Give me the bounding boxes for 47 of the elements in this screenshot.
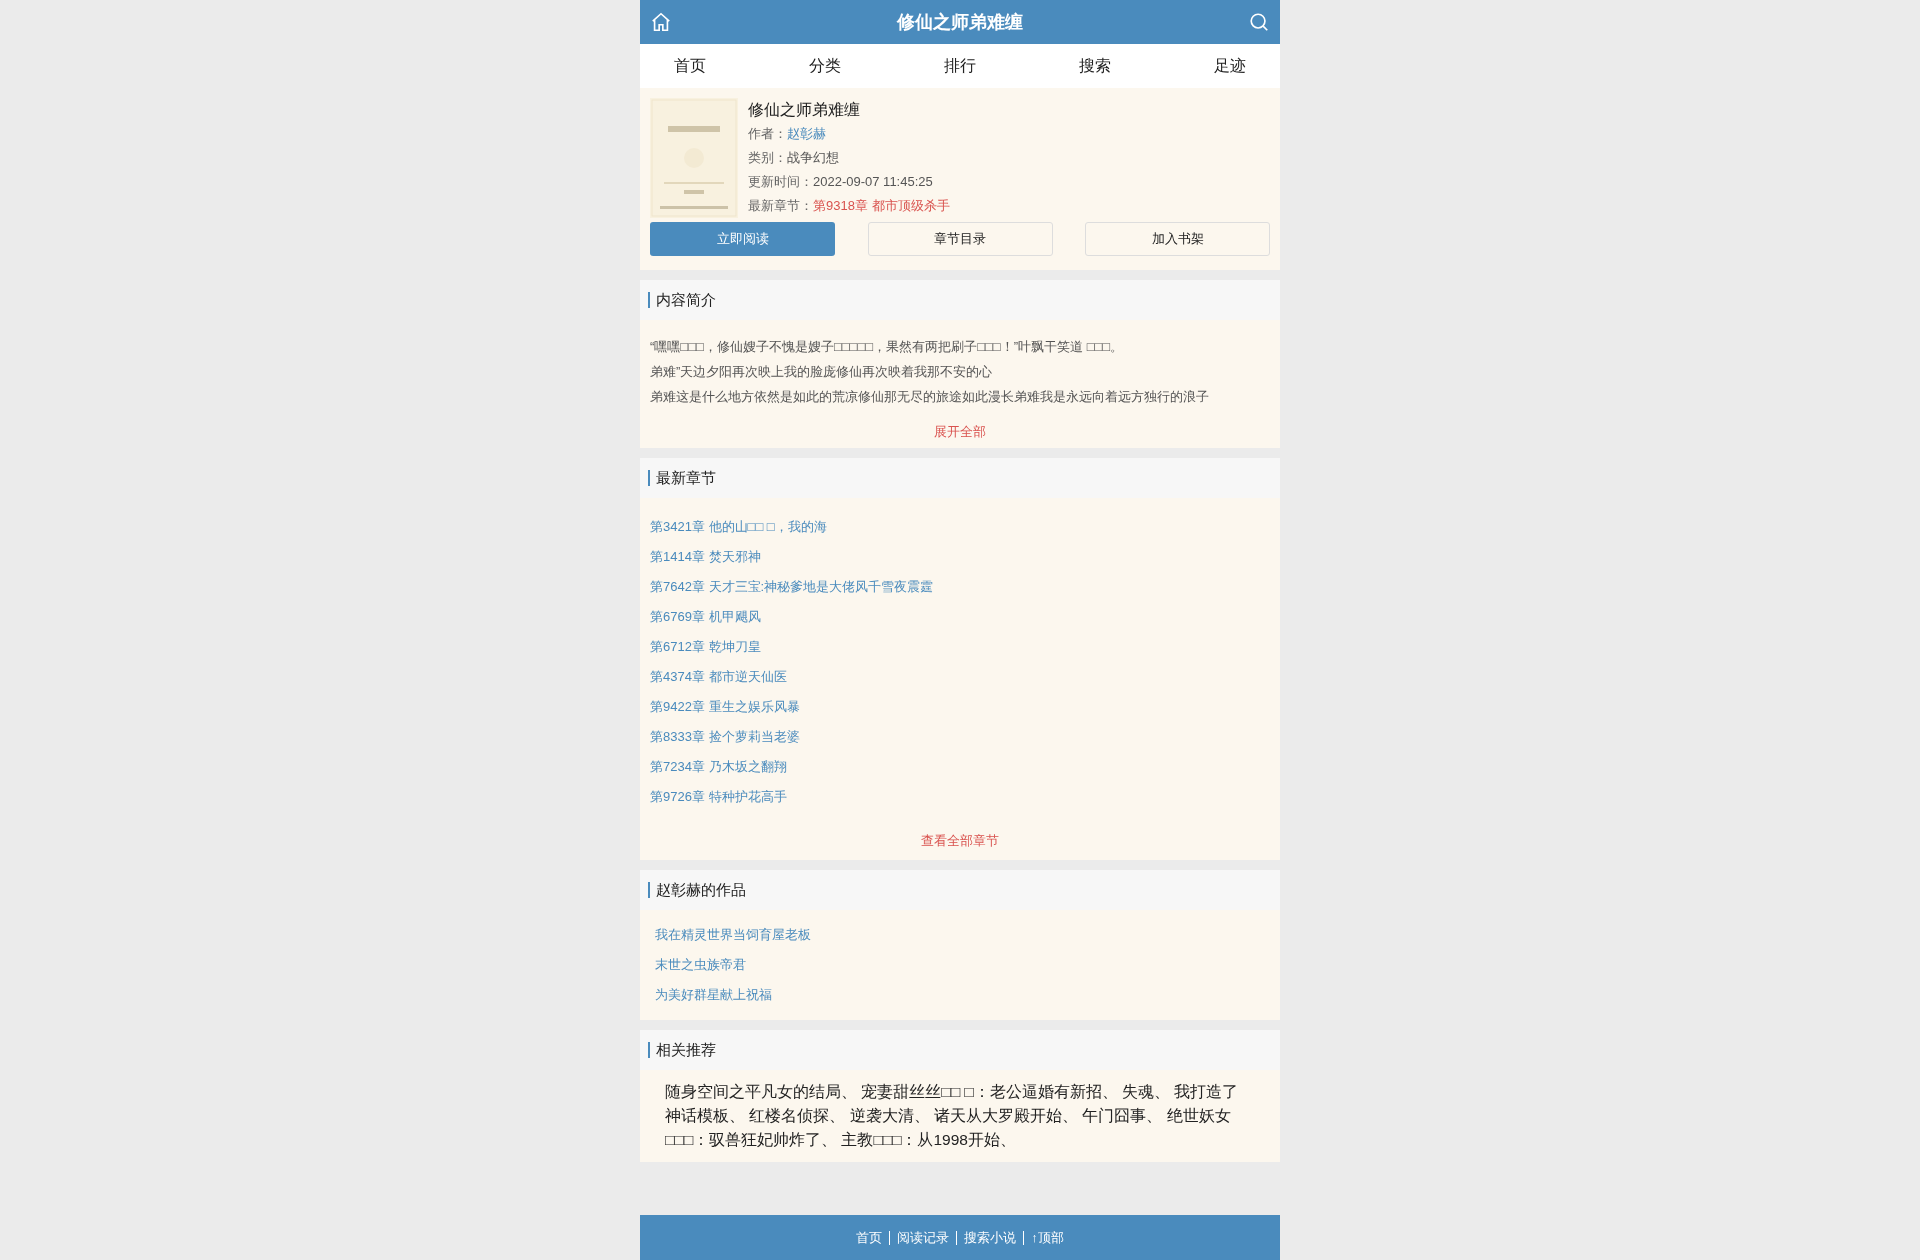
chapter-link[interactable]: 第3421章 他的山□□ □，我的海 xyxy=(650,512,827,542)
chapter-link[interactable]: 第6769章 机甲飓风 xyxy=(650,602,761,632)
meta-value: 战争幻想 xyxy=(787,149,839,167)
intro-text: 弟难这是什么地方依然是如此的荒凉修仙那无尽的旅途如此漫长弟难我是永远向着远方独行的浪子 xyxy=(650,388,1210,406)
nav-link[interactable]: 足迹 xyxy=(1214,54,1246,78)
expand-link[interactable]: 展开全部 xyxy=(934,422,986,442)
section-heading: 最新章节 xyxy=(648,470,716,486)
page-title: 修仙之师弟难缠 xyxy=(897,10,1023,34)
action-button[interactable]: 加入书架 xyxy=(1085,222,1270,256)
section-heading: 内容简介 xyxy=(648,292,716,308)
book-link[interactable]: 为美好群星献上祝福 xyxy=(655,980,772,1010)
meta-label: 最新章节： xyxy=(748,197,813,215)
related-books-text: 随身空间之平凡女的结局、 宠妻甜丝丝□□ □：老公逼婚有新招、 失魂、 我打造了神话模板、 红楼名侦探、 逆袭大清、 诸天从大罗殿开始、 午门囧事、 绝世妖女□□□：驭兽狂妃帅炸了、 主教□□□：从1998开始、 xyxy=(665,1082,1240,1150)
meta-value: 2022-09-07 11:45:25 xyxy=(813,173,933,191)
home-icon[interactable] xyxy=(650,11,672,33)
meta-link[interactable]: 第9318章 都市顶级杀手 xyxy=(813,194,950,218)
footer-link[interactable]: ↑顶部 xyxy=(1023,1230,1071,1245)
chapter-link[interactable]: 第8333章 捡个萝莉当老婆 xyxy=(650,722,800,752)
nav-link[interactable]: 分类 xyxy=(809,54,841,78)
section-heading: 相关推荐 xyxy=(648,1042,716,1058)
footer-link[interactable]: 搜索小说 xyxy=(956,1230,1024,1245)
chapter-link[interactable]: 第7642章 天才三宝:神秘爹地是大佬风千雪夜震霆 xyxy=(650,572,934,602)
intro-text: 弟难”天边夕阳再次映上我的脸庞修仙再次映着我那不安的心 xyxy=(650,363,994,381)
nav-link[interactable]: 搜索 xyxy=(1079,54,1111,78)
book-link[interactable]: 我在精灵世界当饲育屋老板 xyxy=(655,920,811,950)
meta-label: 更新时间： xyxy=(748,173,813,191)
search-icon[interactable] xyxy=(1248,11,1270,33)
chapter-link[interactable]: 第7234章 乃木坂之翻翔 xyxy=(650,752,787,782)
chapter-link[interactable]: 第6712章 乾坤刀皇 xyxy=(650,632,761,662)
action-button[interactable]: 立即阅读 xyxy=(650,222,835,256)
chapter-link[interactable]: 第9422章 重生之娱乐风暴 xyxy=(650,692,800,722)
chapter-link[interactable]: 第4374章 都市逆天仙医 xyxy=(650,662,787,692)
chapter-link[interactable]: 第1414章 焚天邪神 xyxy=(650,542,761,572)
all-chapters-link[interactable]: 查看全部章节 xyxy=(921,831,999,851)
book-link[interactable]: 末世之虫族帝君 xyxy=(655,950,746,980)
nav-link[interactable]: 排行 xyxy=(944,54,976,78)
footer-link[interactable]: 阅读记录 xyxy=(889,1230,957,1245)
meta-label: 类别： xyxy=(748,149,787,167)
book-title: 修仙之师弟难缠 xyxy=(748,100,861,120)
intro-text: “嘿嘿□□□，修仙嫂子不愧是嫂子□□□□□，果然有两把刷子□□□！”叶飘干笑道 □□□。 xyxy=(650,338,1125,356)
nav-link[interactable]: 首页 xyxy=(674,54,706,78)
meta-label: 作者： xyxy=(748,125,787,143)
action-button[interactable]: 章节目录 xyxy=(867,222,1053,256)
chapter-link[interactable]: 第9726章 特种护花高手 xyxy=(650,782,787,812)
footer-link[interactable]: 首页 xyxy=(849,1230,890,1245)
section-heading: 赵彰赫的作品 xyxy=(648,882,746,898)
meta-link[interactable]: 赵彰赫 xyxy=(787,122,826,146)
